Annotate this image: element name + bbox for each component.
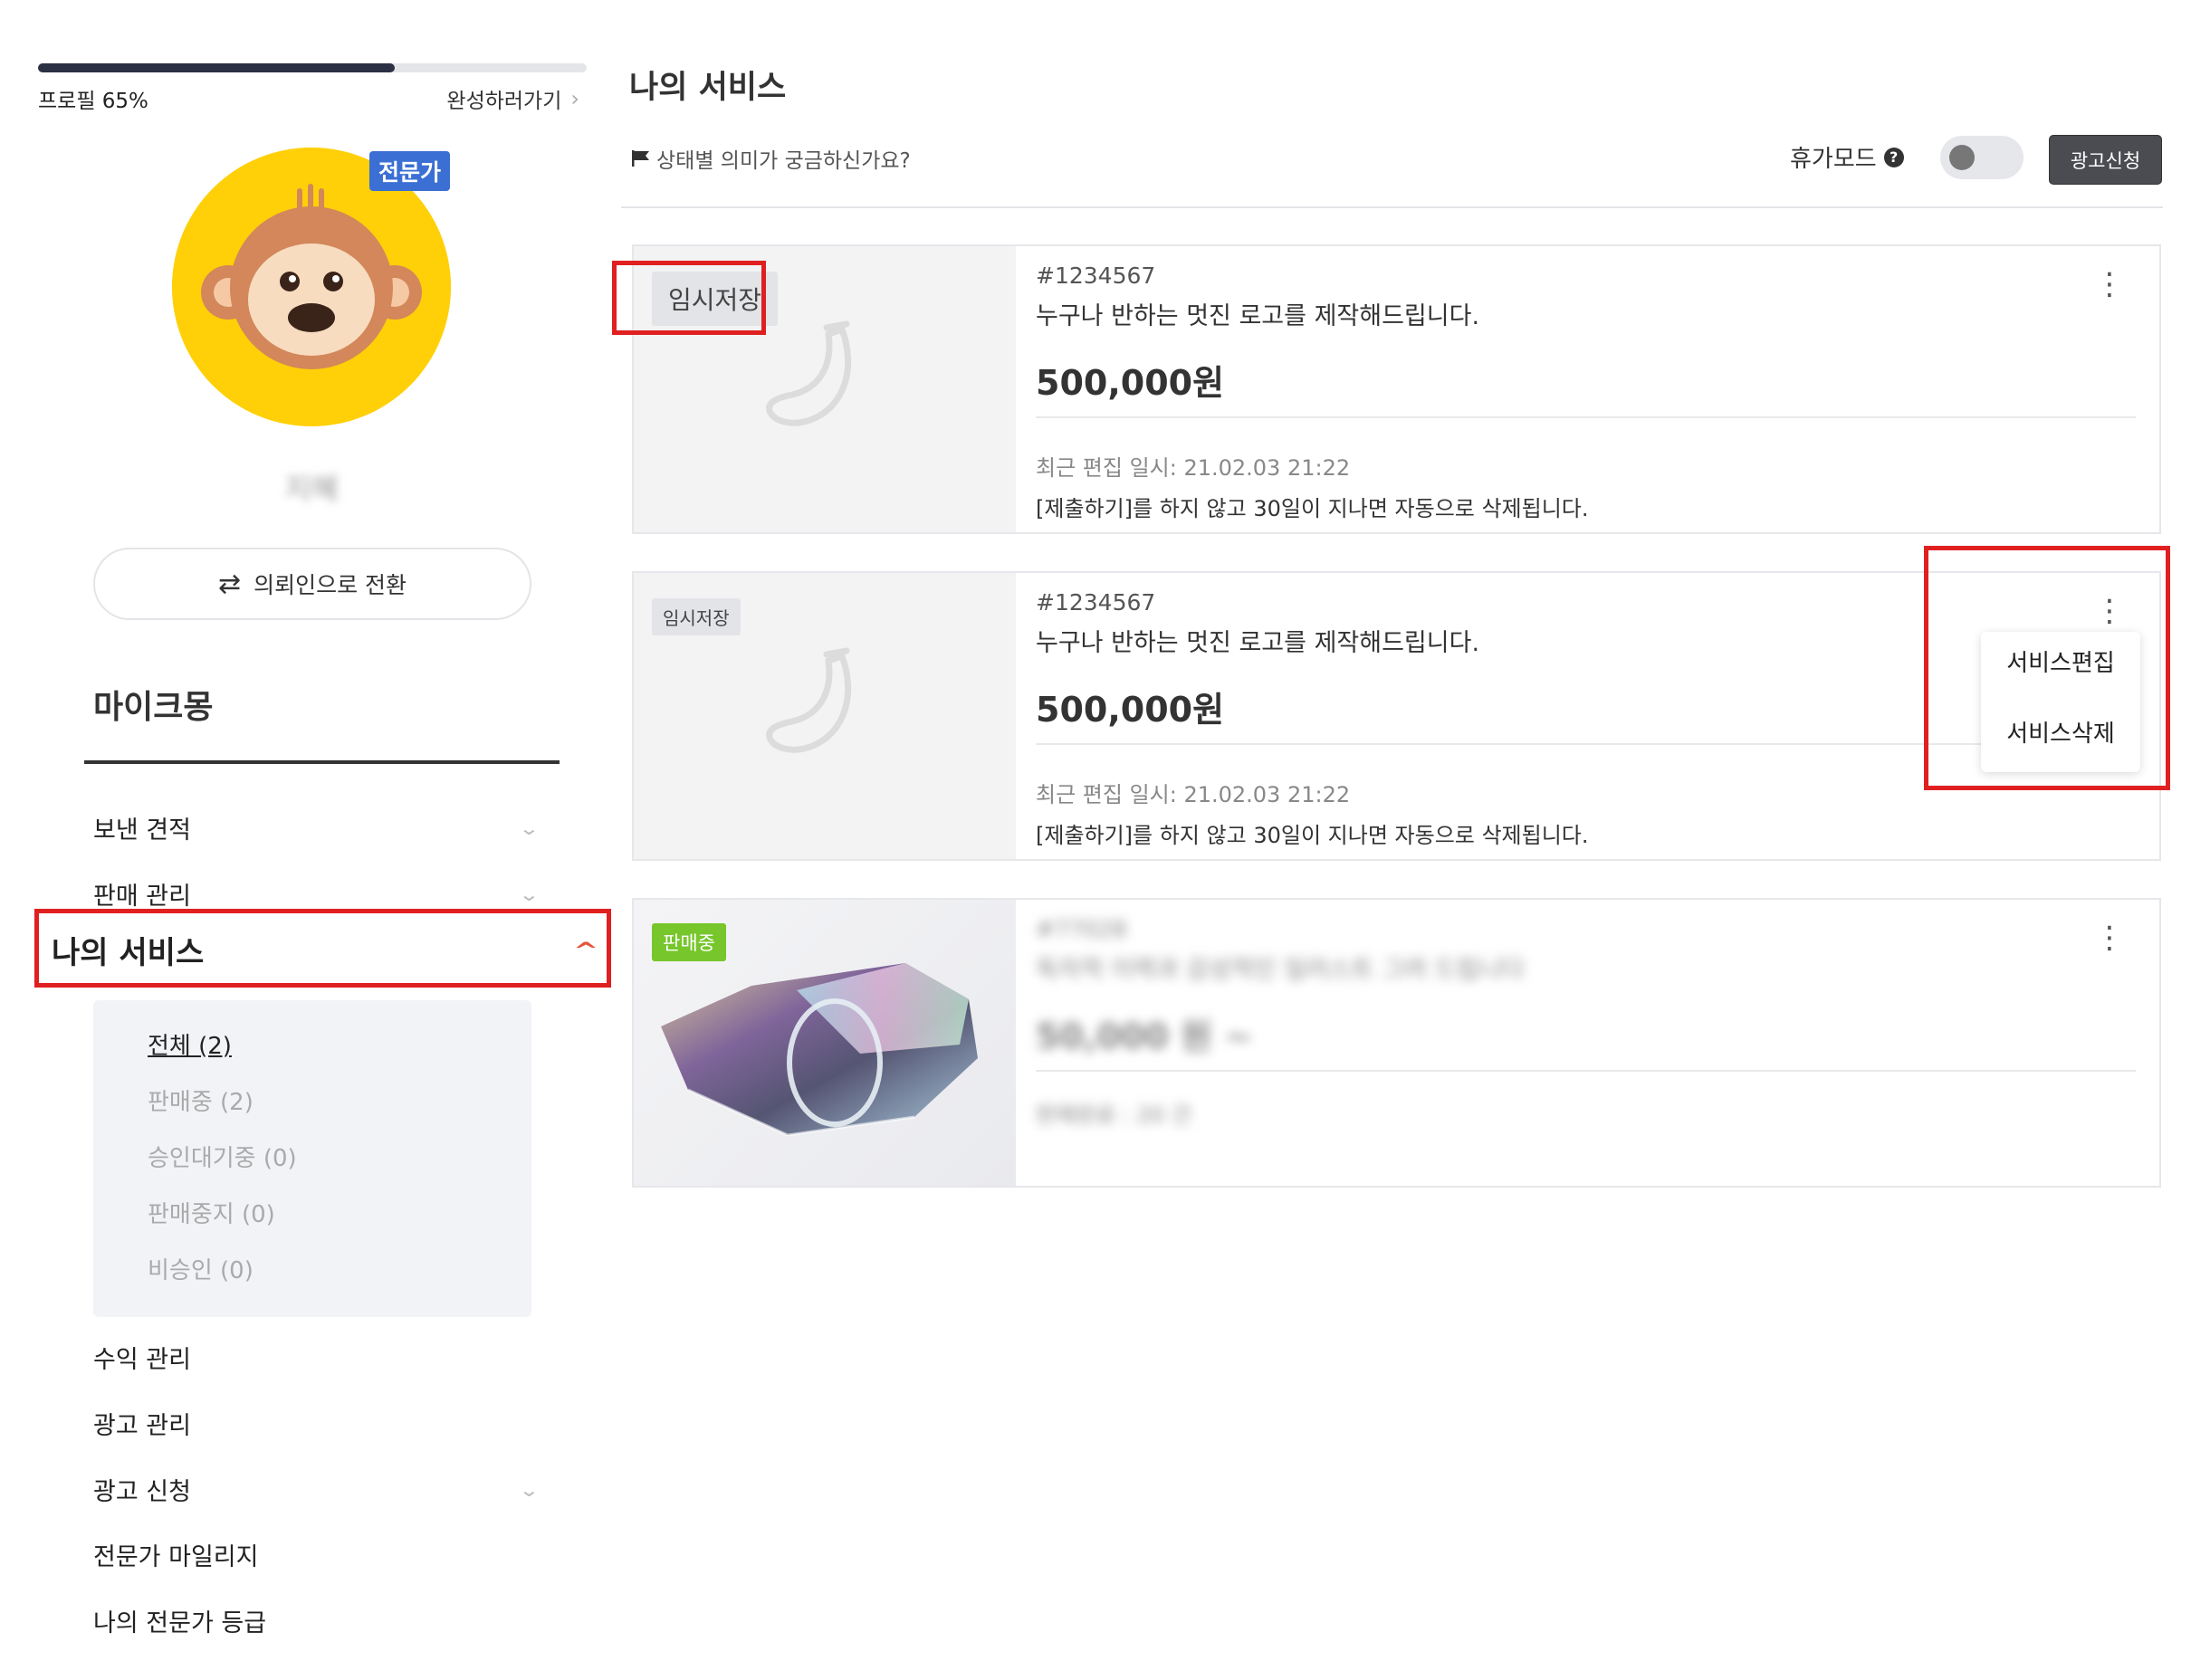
sidebar-item-label: 수익 관리 bbox=[93, 1346, 191, 1374]
ad-request-button[interactable]: 광고신청 bbox=[2049, 135, 2162, 185]
service-thumbnail: 임시저장 bbox=[634, 573, 1016, 859]
profile-progress-bar bbox=[38, 63, 587, 72]
more-vertical-icon[interactable]: ⋮ bbox=[2094, 269, 2125, 300]
chevron-down-icon: ⌄ bbox=[518, 1478, 541, 1501]
chevron-down-icon: ⌄ bbox=[518, 816, 541, 839]
service-price: 50,000 원 ~ bbox=[1036, 1017, 1253, 1056]
service-id: #77028 bbox=[1036, 916, 1127, 942]
section-title: 마이크몽 bbox=[93, 689, 214, 726]
highlight-box-my-services bbox=[34, 909, 611, 988]
sidebar-item-sales-management[interactable]: 판매 관리 ⌄ bbox=[93, 876, 541, 912]
submenu-item-suspended[interactable]: 판매중지 (0) bbox=[148, 1196, 275, 1229]
more-vertical-icon[interactable]: ⋮ bbox=[2094, 922, 2125, 953]
card-divider bbox=[1036, 1070, 2136, 1072]
sidebar-item-label: 판매 관리 bbox=[93, 883, 191, 911]
section-divider bbox=[84, 760, 560, 764]
profile-progress-label: 프로필 65% bbox=[38, 90, 148, 113]
service-title[interactable]: 독자적 이력과 감성적인 일러스트 그려 드립니다 bbox=[1036, 950, 1525, 985]
status-help-label: 상태별 의미가 궁금하신가요? bbox=[656, 149, 911, 173]
vacation-mode-toggle[interactable] bbox=[1940, 136, 2024, 179]
auto-delete-note: [제출하기]를 하지 않고 30일이 지나면 자동으로 삭제됩니다. bbox=[1036, 496, 1589, 521]
submenu-item-selling[interactable]: 판매중 (2) bbox=[148, 1083, 254, 1117]
flag-icon bbox=[632, 150, 649, 167]
vacation-mode-label: 휴가모드 bbox=[1790, 146, 1877, 173]
service-info: #1234567 누구나 반하는 멋진 로고를 제작해드립니다. 500,000… bbox=[1036, 246, 2159, 532]
sidebar-item-ad-management[interactable]: 광고 관리 bbox=[93, 1406, 537, 1441]
banana-placeholder-icon bbox=[766, 320, 851, 426]
highlight-box-draft-badge bbox=[612, 261, 766, 335]
expert-badge: 전문가 bbox=[369, 151, 451, 191]
swap-arrows-icon: ⇄ bbox=[217, 568, 242, 600]
toggle-knob bbox=[1949, 145, 1975, 170]
sidebar-item-sent-quotes[interactable]: 보낸 견적 ⌄ bbox=[93, 810, 541, 845]
highlight-box-action-menu bbox=[1924, 546, 2170, 790]
complete-profile-label: 완성하러가기 bbox=[446, 90, 562, 113]
service-id: #1234567 bbox=[1036, 589, 1156, 616]
service-card[interactable]: 판매중 #77028 독자적 이력과 감성적인 일러스트 그려 드립니다 50,… bbox=[632, 898, 2161, 1188]
switch-to-client-button[interactable]: ⇄ 의뢰인으로 전환 bbox=[93, 548, 531, 620]
username: 지혜 bbox=[284, 472, 339, 506]
service-thumbnail: 판매중 bbox=[634, 900, 1016, 1186]
vacation-mode: 휴가모드 ? bbox=[1790, 140, 1904, 174]
sidebar-item-label: 광고 관리 bbox=[93, 1412, 191, 1440]
my-services-submenu: 전체 (2) 판매중 (2) 승인대기중 (0) 판매중지 (0) 비승인 (0… bbox=[93, 1000, 531, 1317]
banana-placeholder-icon bbox=[766, 647, 851, 753]
sidebar-item-ad-request[interactable]: 광고 신청 ⌄ bbox=[93, 1472, 541, 1507]
last-edited: 최근 편집 일시: 21.02.03 21:22 bbox=[1036, 455, 1351, 481]
header-divider bbox=[621, 206, 2163, 208]
question-circle-icon[interactable]: ? bbox=[1883, 147, 1904, 167]
sidebar-item-label: 보낸 견적 bbox=[93, 816, 191, 845]
status-badge: 판매중 bbox=[652, 923, 726, 961]
sidebar-item-label: 광고 신청 bbox=[93, 1478, 191, 1506]
chevron-right-icon: › bbox=[570, 86, 579, 111]
complete-profile-link[interactable]: 완성하러가기 › bbox=[446, 83, 579, 114]
sidebar: 프로필 65% 완성하러가기 › 전문가 지혜 ⇄ 의뢰인으로 전환 마이크몽 bbox=[0, 0, 616, 1680]
sidebar-item-revenue[interactable]: 수익 관리 bbox=[93, 1340, 537, 1375]
service-title[interactable]: 누구나 반하는 멋진 로고를 제작해드립니다. bbox=[1036, 296, 1479, 331]
sidebar-item-label: 나의 전문가 등급 bbox=[93, 1609, 267, 1637]
profile-progress-fill bbox=[38, 63, 395, 72]
service-title[interactable]: 누구나 반하는 멋진 로고를 제작해드립니다. bbox=[1036, 623, 1479, 658]
last-edited: 최근 편집 일시: 21.02.03 21:22 bbox=[1036, 782, 1351, 807]
service-id: #1234567 bbox=[1036, 262, 1156, 289]
status-badge: 임시저장 bbox=[652, 598, 741, 635]
page-title: 나의 서비스 bbox=[629, 70, 787, 106]
card-divider bbox=[1036, 416, 2136, 418]
sales-count: 판매완료 : 20 건 bbox=[1036, 1102, 1191, 1128]
submenu-item-rejected[interactable]: 비승인 (0) bbox=[148, 1252, 254, 1285]
service-price: 500,000원 bbox=[1036, 363, 1225, 403]
submenu-item-all[interactable]: 전체 (2) bbox=[148, 1027, 232, 1061]
status-help-link[interactable]: 상태별 의미가 궁금하신가요? bbox=[631, 143, 911, 174]
sidebar-item-mileage[interactable]: 전문가 마일리지 bbox=[93, 1537, 537, 1572]
auto-delete-note: [제출하기]를 하지 않고 30일이 지나면 자동으로 삭제됩니다. bbox=[1036, 823, 1589, 848]
service-price: 500,000원 bbox=[1036, 690, 1225, 730]
sidebar-item-expert-grade[interactable]: 나의 전문가 등급 bbox=[93, 1603, 537, 1638]
submenu-item-pending[interactable]: 승인대기중 (0) bbox=[148, 1140, 297, 1173]
chevron-down-icon: ⌄ bbox=[518, 883, 541, 905]
service-info: #77028 독자적 이력과 감성적인 일러스트 그려 드립니다 50,000 … bbox=[1036, 900, 2159, 1186]
sidebar-item-label: 전문가 마일리지 bbox=[93, 1543, 259, 1571]
service-card[interactable]: 임시저장 #1234567 누구나 반하는 멋진 로고를 제작해드립니다. 50… bbox=[632, 244, 2161, 534]
switch-to-client-label: 의뢰인으로 전환 bbox=[254, 572, 407, 598]
